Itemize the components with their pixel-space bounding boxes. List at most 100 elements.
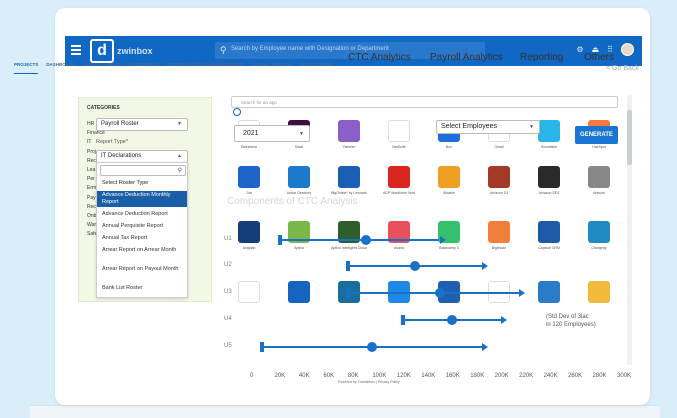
nav-reporting[interactable]: Reporting	[520, 52, 563, 63]
list-item[interactable]: Annual Tax Report	[97, 235, 187, 242]
app-label: Yammer	[342, 145, 356, 149]
list-item[interactable]: Arrear Report on Payout Month	[97, 266, 187, 273]
year-dropdown[interactable]: 2021 ▼	[234, 125, 310, 142]
x-tick-label: 180K	[470, 373, 485, 379]
anaplan-icon[interactable]	[238, 221, 260, 243]
app-label: Slack	[294, 145, 304, 149]
app-label: Active Directory	[286, 191, 312, 195]
range-end-arrow	[482, 343, 489, 351]
list-item[interactable]: Annual Perquisite Report	[97, 223, 187, 230]
avatar[interactable]	[621, 43, 634, 56]
jira-icon[interactable]	[238, 166, 260, 188]
roster-type-list: ⚲ Select Roster Type Advance Deduction M…	[96, 162, 188, 298]
app-search-input[interactable]: Search for an app	[231, 96, 618, 108]
drive-icon[interactable]	[538, 281, 560, 303]
powered-by: Powered by: Darwinbox | Privacy Policy	[338, 380, 400, 384]
x-tick-label: 140K	[421, 373, 436, 379]
x-tick-label: 300K	[617, 373, 632, 379]
yammer-icon[interactable]	[338, 120, 360, 142]
range-start-mark	[400, 315, 405, 325]
search-icon: ⚲	[177, 168, 182, 174]
chevron-down-icon: ▼	[177, 121, 182, 127]
row-label: U5	[224, 343, 232, 349]
airtable-icon[interactable]	[438, 166, 460, 188]
x-tick-label: 120K	[396, 373, 411, 379]
app-label: HubSpot	[592, 145, 606, 149]
scrollbar-thumb[interactable]	[627, 110, 632, 165]
row-label: U4	[224, 316, 232, 322]
roster-value: Payroll Roster	[101, 121, 139, 127]
app-label: Snowflake	[540, 145, 558, 149]
artwork-icon[interactable]	[588, 166, 610, 188]
hamburger-menu-icon[interactable]	[71, 45, 81, 55]
list-item[interactable]: Bank List Roster	[97, 285, 187, 292]
chevron-down-icon: ▼	[529, 124, 534, 130]
range-end-arrow	[519, 289, 526, 297]
amazon-ses-icon[interactable]	[538, 166, 560, 188]
x-tick-label: 100K	[372, 373, 387, 379]
employees-placeholder: Select Employees	[441, 123, 498, 130]
year-value: 2021	[243, 130, 259, 137]
range-start-mark	[260, 342, 265, 352]
categories-title: CATEGORIES	[87, 105, 120, 111]
subnav-item[interactable]: DASHBOARD	[46, 62, 75, 74]
go-back-link[interactable]: < Go Back	[606, 65, 639, 72]
list-item-selected[interactable]: Advance Deduction Monthly Report	[97, 191, 187, 207]
netsuite-icon[interactable]	[388, 120, 410, 142]
app-label: Basecamp 3	[439, 246, 459, 250]
board-icon[interactable]	[288, 281, 310, 303]
list-item[interactable]: Arrear Report on Arrear Month	[97, 247, 187, 254]
x-tick-label: 20K	[274, 373, 286, 379]
capsule-crm-icon[interactable]	[538, 221, 560, 243]
subnav-item[interactable]: CONNECTOR SDK	[252, 62, 292, 74]
nav-others[interactable]: Others	[584, 52, 614, 63]
app-search-placeholder: Search for an app	[241, 100, 277, 105]
snowflake-icon[interactable]	[538, 120, 560, 142]
app-label: Amazon SES	[538, 191, 560, 195]
bigonline-icon[interactable]	[338, 166, 360, 188]
dropdown-search-input[interactable]: ⚲	[100, 165, 186, 176]
x-tick-label: 280K	[592, 373, 607, 379]
subnav-item[interactable]: LOOKUP TABLES	[84, 62, 122, 74]
amazon-s3-icon[interactable]	[488, 166, 510, 188]
report-type-value: IT Declarations	[101, 153, 142, 159]
circle-logo-icon[interactable]	[238, 281, 260, 303]
scrollbar[interactable]	[627, 95, 632, 365]
range-start-mark	[345, 261, 350, 271]
generate-button[interactable]: GENERATE	[575, 126, 618, 144]
chargeity-icon[interactable]	[588, 221, 610, 243]
range-line	[280, 239, 440, 241]
chevron-down-icon: ▲	[177, 153, 182, 159]
range-end-arrow	[482, 262, 489, 270]
list-item[interactable]: Advance Deduction Report	[97, 211, 187, 218]
app-label: ChargeIty	[591, 246, 607, 250]
active-directory-icon[interactable]	[288, 166, 310, 188]
subnav-item[interactable]: RECIPE LIFECYCLE MANAGEMENT	[167, 62, 244, 74]
median-dot[interactable]	[410, 261, 421, 271]
app-label: Asana	[394, 246, 404, 250]
employees-dropdown[interactable]: Select Employees ▼	[436, 120, 540, 134]
range-start-mark	[345, 288, 350, 298]
x-tick-label: 60K	[323, 373, 335, 379]
row-label: U1	[224, 236, 232, 242]
list-header: Select Roster Type	[102, 180, 149, 186]
x-tick-label: 220K	[519, 373, 534, 379]
download-icon[interactable]	[588, 281, 610, 303]
range-start-mark	[278, 235, 283, 245]
app-label: Gmail	[494, 145, 504, 149]
roster-dropdown[interactable]: Payroll Roster ▼	[96, 118, 188, 131]
radio-ring-icon[interactable]	[233, 108, 241, 116]
subnav-item[interactable]: API PLATFORM	[299, 62, 332, 74]
nav-payroll-analytics[interactable]: Payroll Analytics	[430, 52, 503, 63]
x-tick-label: 160K	[445, 373, 460, 379]
nav-ctc-analytics[interactable]: CTC Analytics	[348, 52, 411, 63]
bigtincan-icon[interactable]	[488, 221, 510, 243]
x-tick-label: 40K	[298, 373, 310, 379]
adp-icon[interactable]	[388, 166, 410, 188]
app-label: Amazon S3	[489, 191, 509, 195]
settings-icon[interactable]: ⚙	[576, 45, 583, 54]
subnav-item[interactable]: PROJECTS	[14, 62, 39, 74]
subnav-item[interactable]: PROPERTIES	[130, 62, 159, 74]
median-dot[interactable]	[446, 315, 457, 325]
median-dot[interactable]	[434, 288, 445, 298]
